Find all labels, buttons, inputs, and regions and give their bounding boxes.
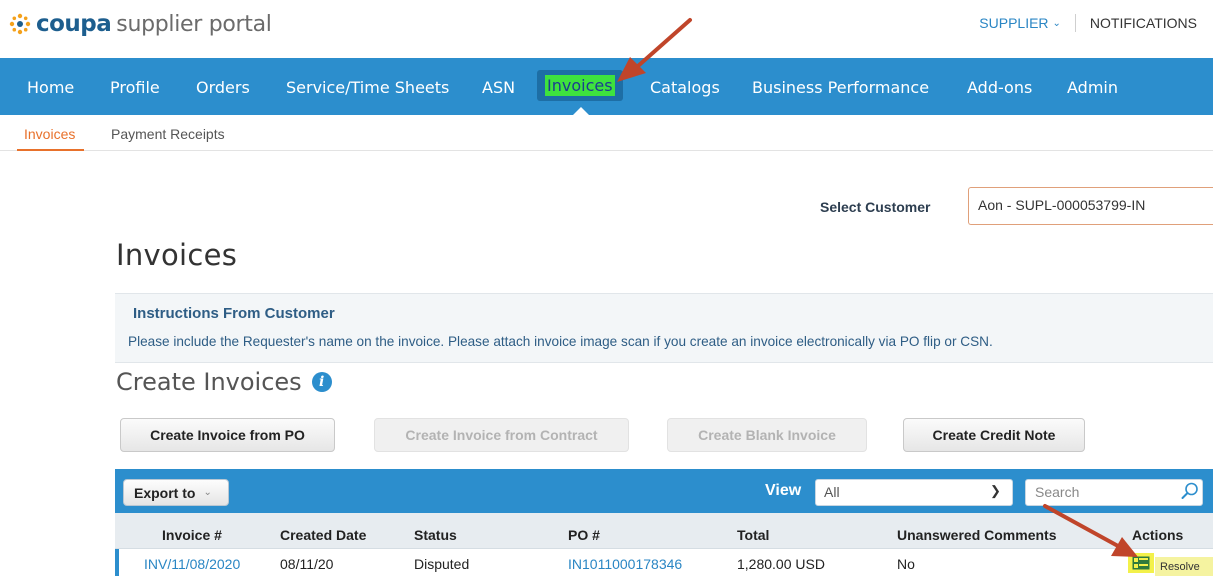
top-right-menu: SUPPLIER ⌄ NOTIFICATIONS [979,14,1197,32]
coupa-logo-icon [9,13,31,35]
create-invoices-title: Create Invoices [116,368,302,396]
created-date-cell: 08/11/20 [280,556,334,572]
select-customer-label: Select Customer [820,199,931,215]
view-select[interactable] [815,479,1013,506]
instructions-panel [115,293,1213,363]
main-nav: Home Profile Orders Service/Time Sheets … [0,58,1213,115]
active-nav-caret [572,107,590,116]
nav-item-invoices[interactable]: Invoices [537,70,623,101]
create-invoice-from-po-button[interactable]: Create Invoice from PO [120,418,335,452]
column-header-unanswered-comments[interactable]: Unanswered Comments [897,527,1056,543]
nav-item-home[interactable]: Home [27,78,74,97]
page-title: Invoices [116,238,238,272]
po-number-link[interactable]: IN1011000178346 [568,556,682,572]
instructions-text: Please include the Requester's name on t… [128,334,993,349]
supplier-menu[interactable]: SUPPLIER [979,15,1048,31]
create-invoices-heading: Create Invoices i [116,368,332,396]
total-cell: 1,280.00 USD [737,556,825,572]
column-header-po[interactable]: PO # [568,527,600,543]
nav-item-catalogs[interactable]: Catalogs [650,78,720,97]
nav-item-service-time-sheets[interactable]: Service/Time Sheets [286,78,449,97]
brand-name: coupa [36,11,112,37]
resolve-dispute-icon [1132,556,1150,570]
nav-item-orders[interactable]: Orders [196,78,250,97]
sub-nav: Invoices Payment Receipts [0,116,1213,151]
active-subnav-underline [17,149,84,151]
resolve-icon[interactable] [1128,553,1154,573]
export-to-label: Export to [134,484,196,501]
column-header-created-date[interactable]: Created Date [280,527,366,543]
view-select-value: All [824,484,840,500]
nav-item-profile[interactable]: Profile [110,78,160,97]
status-cell: Disputed [414,556,470,572]
info-icon[interactable]: i [311,372,332,392]
unanswered-comments-cell: No [897,556,915,572]
chevron-down-icon: ❯ [990,483,1001,498]
chevron-down-icon[interactable]: ⌄ [1053,18,1061,29]
search-icon[interactable] [1180,481,1200,501]
subnav-item-payment-receipts[interactable]: Payment Receipts [111,126,225,142]
column-header-actions: Actions [1132,527,1184,543]
nav-item-business-performance[interactable]: Business Performance [752,78,929,97]
resolve-action-label[interactable]: Resolve [1155,557,1213,576]
nav-item-asn[interactable]: ASN [482,78,515,97]
export-to-button[interactable]: Export to ⌄ [123,479,229,506]
brand-suffix: supplier portal [116,11,272,37]
nav-item-add-ons[interactable]: Add-ons [967,78,1032,97]
chevron-down-icon: ⌄ [203,487,212,498]
invoice-number-link[interactable]: INV/11/08/2020 [144,556,240,572]
search-placeholder: Search [1035,484,1080,500]
column-header-total[interactable]: Total [737,527,769,543]
divider [1074,14,1076,32]
nav-item-admin[interactable]: Admin [1067,78,1118,97]
create-invoice-from-contract-button[interactable]: Create Invoice from Contract [374,418,629,452]
column-header-status[interactable]: Status [414,527,457,543]
customer-select-value: Aon - SUPL-000053799-IN [978,197,1146,213]
column-header-invoice[interactable]: Invoice # [162,527,222,543]
nav-item-invoices-label: Invoices [545,75,615,96]
notifications-link[interactable]: NOTIFICATIONS [1090,15,1197,31]
instructions-title: Instructions From Customer [133,305,335,322]
view-label: View [765,482,802,499]
subnav-item-invoices[interactable]: Invoices [24,126,75,142]
create-blank-invoice-button[interactable]: Create Blank Invoice [667,418,867,452]
coupa-logo[interactable]: coupa supplier portal [8,10,272,38]
create-credit-note-button[interactable]: Create Credit Note [903,418,1085,452]
